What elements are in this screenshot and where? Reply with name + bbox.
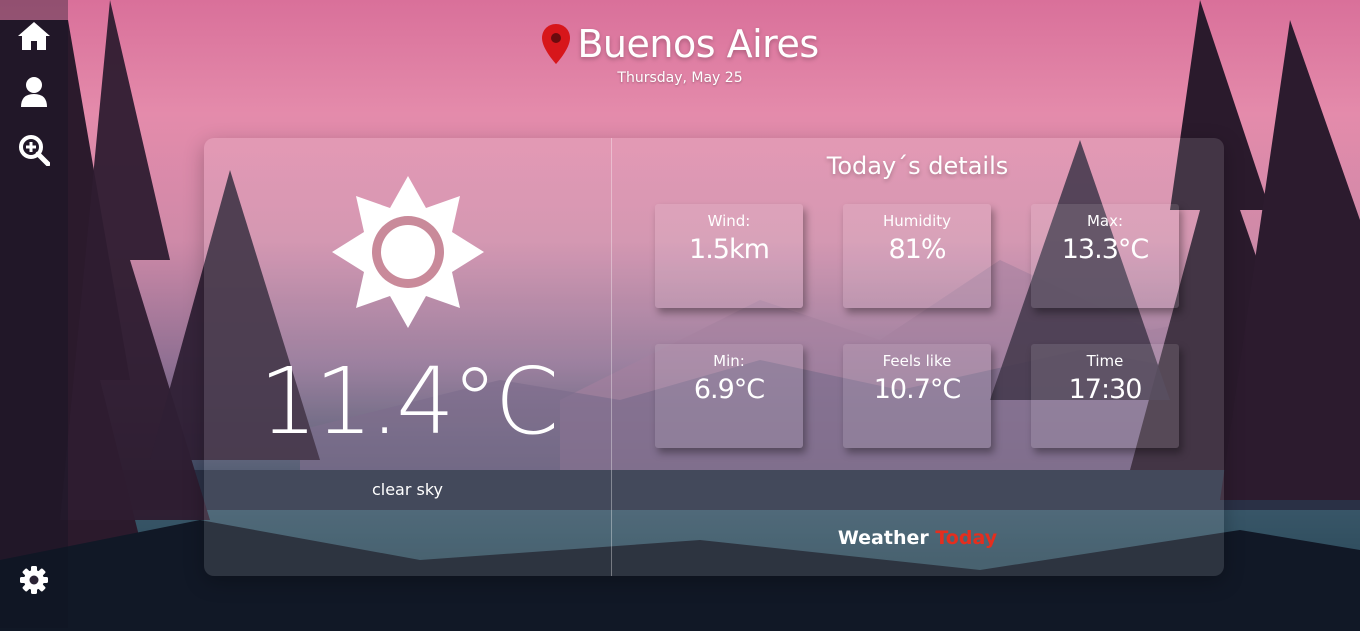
location-pin-icon: [542, 24, 571, 64]
brand-weather: Weather: [837, 527, 929, 549]
settings-button[interactable]: [15, 561, 53, 599]
weather-description: clear sky: [371, 480, 444, 499]
location-header: Buenos Aires Thursday, May 25: [0, 22, 1360, 86]
details-title: Today´s details: [826, 152, 1009, 180]
max-temp-value: 13.3°C: [1061, 234, 1149, 265]
feels-like-card: Feels like 10.7°C: [843, 344, 991, 448]
humidity-value: 81%: [888, 234, 946, 265]
min-temp-value: 6.9°C: [693, 374, 765, 405]
humidity-label: Humidity: [882, 212, 951, 230]
min-temp-label: Min:: [713, 352, 745, 370]
humidity-card: Humidity 81%: [843, 204, 991, 308]
brand-today: Today: [935, 527, 998, 549]
panel-divider: [611, 138, 612, 576]
feels-like-value: 10.7°C: [873, 374, 961, 405]
max-temp-label: Max:: [1086, 212, 1124, 230]
brand-footer: Weather Today: [611, 527, 1224, 549]
gear-icon: [20, 566, 48, 594]
time-card: Time 17:30: [1031, 344, 1179, 448]
feels-like-label: Feels like: [882, 352, 952, 370]
time-label: Time: [1086, 352, 1124, 370]
wind-value: 1.5km: [689, 234, 770, 265]
weather-panel: 11.4°C clear sky Today´s details Wind: 1…: [204, 138, 1224, 576]
search-button[interactable]: [15, 131, 53, 169]
current-date: Thursday, May 25: [617, 70, 743, 86]
max-temp-card: Max: 13.3°C: [1031, 204, 1179, 308]
search-zoom-icon: [19, 135, 50, 166]
time-value: 17:30: [1068, 374, 1143, 405]
city-name: Buenos Aires: [577, 22, 819, 66]
sidebar: [0, 0, 68, 628]
current-temperature: 11.4°C: [258, 348, 559, 455]
wind-label: Wind:: [707, 212, 751, 230]
sun-icon: [332, 176, 484, 328]
min-temp-card: Min: 6.9°C: [655, 344, 803, 448]
wind-card: Wind: 1.5km: [655, 204, 803, 308]
